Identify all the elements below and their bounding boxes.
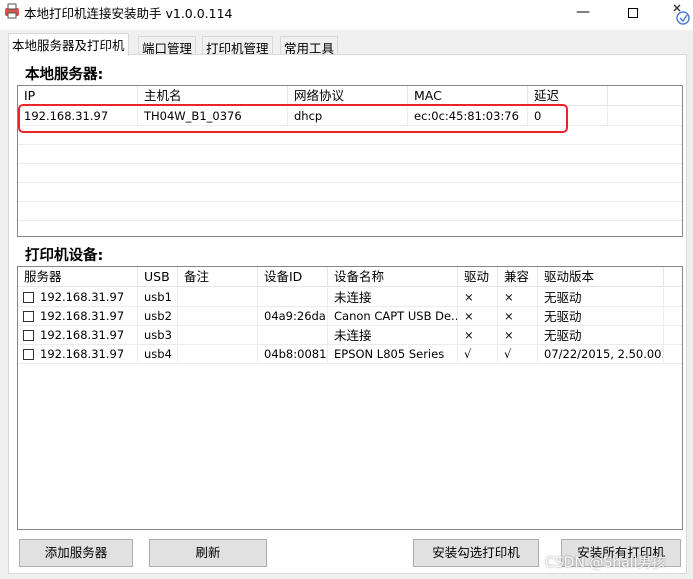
column-header-driver[interactable]: 驱动 xyxy=(458,267,498,287)
printers-list[interactable]: 服务器 USB 备注 设备ID 设备名称 驱动 兼容 驱动版本 192.168.… xyxy=(17,266,683,530)
printer-server-text: 192.168.31.97 xyxy=(40,309,125,323)
tab-local-servers-printers[interactable]: 本地服务器及打印机 xyxy=(8,33,129,56)
printers-list-header: 服务器 USB 备注 设备ID 设备名称 驱动 兼容 驱动版本 xyxy=(18,267,682,287)
printer-usb: usb1 xyxy=(138,288,178,307)
empty-row xyxy=(18,202,682,221)
printer-usb: usb4 xyxy=(138,345,178,364)
printers-section-title: 打印机设备: xyxy=(25,248,104,264)
minimize-button[interactable]: — xyxy=(560,0,606,26)
column-header-device-name[interactable]: 设备名称 xyxy=(328,267,458,287)
column-header-driver-version[interactable]: 驱动版本 xyxy=(538,267,664,287)
printer-note xyxy=(178,326,258,345)
maximize-icon xyxy=(628,8,638,18)
tab-port-management[interactable]: 端口管理 xyxy=(138,36,197,56)
column-header-mac[interactable]: MAC xyxy=(408,86,528,106)
printer-device-name: Canon CAPT USB De... xyxy=(328,307,458,326)
server-protocol: dhcp xyxy=(288,107,408,126)
empty-row xyxy=(18,126,682,145)
printer-compat: × xyxy=(498,307,538,326)
printer-checkbox[interactable] xyxy=(23,292,34,303)
printer-row[interactable]: 192.168.31.97 usb3 未连接 × × 无驱动 xyxy=(18,326,682,345)
printer-checkbox[interactable] xyxy=(23,349,34,360)
printer-server-text: 192.168.31.97 xyxy=(40,347,125,361)
printer-device-id: 04b8:0081 xyxy=(258,345,328,364)
printer-server-text: 192.168.31.97 xyxy=(40,290,125,304)
printer-server: 192.168.31.97 xyxy=(18,345,138,364)
printer-note xyxy=(178,307,258,326)
refresh-button[interactable]: 刷新 xyxy=(149,539,267,567)
printer-compat: × xyxy=(498,288,538,307)
tab-panel: 本地服务器: IP 主机名 网络协议 MAC 延迟 192.168.31.97 … xyxy=(8,54,687,574)
printer-note xyxy=(178,288,258,307)
printer-checkbox[interactable] xyxy=(23,330,34,341)
printer-server: 192.168.31.97 xyxy=(18,326,138,345)
tab-common-tools[interactable]: 常用工具 xyxy=(280,36,339,56)
printer-driver: × xyxy=(458,307,498,326)
printer-app-icon xyxy=(5,3,19,19)
watermark: CSDN @Shall男孩 xyxy=(545,555,666,571)
printer-checkbox[interactable] xyxy=(23,311,34,322)
column-header-server[interactable]: 服务器 xyxy=(18,267,138,287)
column-header-hostname[interactable]: 主机名 xyxy=(138,86,288,106)
printer-driver-version: 无驱动 xyxy=(538,288,664,307)
tab-printer-management[interactable]: 打印机管理 xyxy=(202,36,273,56)
printer-row[interactable]: 192.168.31.97 usb1 未连接 × × 无驱动 xyxy=(18,288,682,307)
column-header-note[interactable]: 备注 xyxy=(178,267,258,287)
printer-compat: √ xyxy=(498,345,538,364)
printer-server-text: 192.168.31.97 xyxy=(40,328,125,342)
printer-device-id: 04a9:26da xyxy=(258,307,328,326)
printer-device-id xyxy=(258,288,328,307)
printer-driver: × xyxy=(458,288,498,307)
printer-driver-version: 无驱动 xyxy=(538,326,664,345)
empty-row xyxy=(18,145,682,164)
empty-row xyxy=(18,164,682,183)
column-header-device-id[interactable]: 设备ID xyxy=(258,267,328,287)
printer-driver-version: 07/22/2015, 2.50.00.00 xyxy=(538,345,664,364)
server-mac: ec:0c:45:81:03:76 xyxy=(408,107,528,126)
servers-section-title: 本地服务器: xyxy=(25,67,104,83)
title-bar: 本地打印机连接安装助手 v1.0.0.114 — xyxy=(0,0,693,30)
close-icon[interactable] xyxy=(668,0,693,30)
server-latency: 0 xyxy=(528,107,608,126)
printer-usb: usb3 xyxy=(138,326,178,345)
printer-row[interactable]: 192.168.31.97 usb2 04a9:26da Canon CAPT … xyxy=(18,307,682,326)
column-header-compat[interactable]: 兼容 xyxy=(498,267,538,287)
empty-row xyxy=(18,183,682,202)
printer-server: 192.168.31.97 xyxy=(18,307,138,326)
printer-usb: usb2 xyxy=(138,307,178,326)
servers-list-header: IP 主机名 网络协议 MAC 延迟 xyxy=(18,86,682,106)
column-header-protocol[interactable]: 网络协议 xyxy=(288,86,408,106)
add-server-button[interactable]: 添加服务器 xyxy=(19,539,133,567)
column-header-ip[interactable]: IP xyxy=(18,86,138,106)
server-row[interactable]: 192.168.31.97 TH04W_B1_0376 dhcp ec:0c:4… xyxy=(18,107,682,126)
window-body: 本地服务器及打印机 端口管理 打印机管理 常用工具 本地服务器: IP 主机名 … xyxy=(0,30,693,579)
printer-device-name: 未连接 xyxy=(328,326,458,345)
column-header-usb[interactable]: USB xyxy=(138,267,178,287)
printer-device-name: EPSON L805 Series xyxy=(328,345,458,364)
column-header-latency[interactable]: 延迟 xyxy=(528,86,608,106)
printer-compat: × xyxy=(498,326,538,345)
server-ip: 192.168.31.97 xyxy=(18,107,138,126)
server-hostname: TH04W_B1_0376 xyxy=(138,107,288,126)
window-title: 本地打印机连接安装助手 v1.0.0.114 xyxy=(24,6,233,21)
printer-driver: × xyxy=(458,326,498,345)
printer-device-name: 未连接 xyxy=(328,288,458,307)
servers-list[interactable]: IP 主机名 网络协议 MAC 延迟 192.168.31.97 TH04W_B… xyxy=(17,85,683,237)
maximize-button[interactable] xyxy=(610,0,656,26)
printer-driver-version: 无驱动 xyxy=(538,307,664,326)
install-selected-printers-button[interactable]: 安装勾选打印机 xyxy=(413,539,539,567)
printer-driver: √ xyxy=(458,345,498,364)
printer-row[interactable]: 192.168.31.97 usb4 04b8:0081 EPSON L805 … xyxy=(18,345,682,364)
printer-note xyxy=(178,345,258,364)
printer-device-id xyxy=(258,326,328,345)
printer-server: 192.168.31.97 xyxy=(18,288,138,307)
